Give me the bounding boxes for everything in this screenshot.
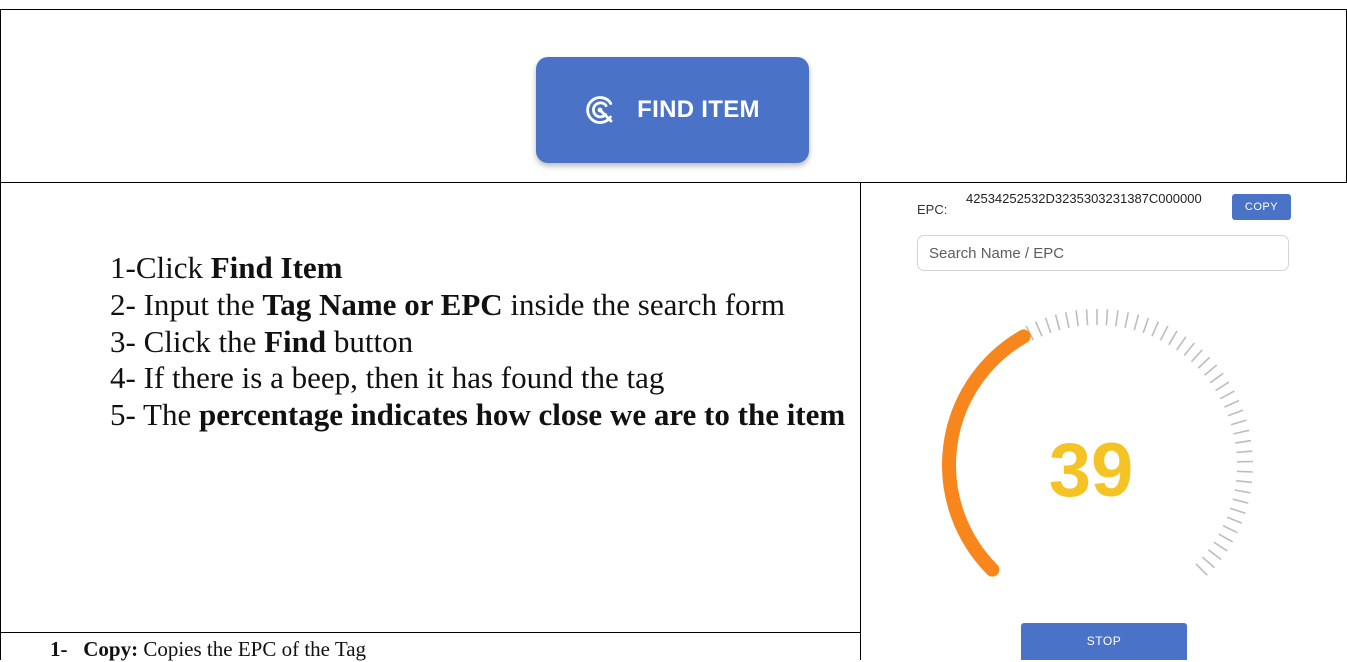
find-item-label: FIND ITEM (637, 96, 760, 124)
gauge-tick (1169, 331, 1177, 345)
gauge-tick (1216, 382, 1230, 391)
gauge-tick (1143, 318, 1148, 333)
step-5-text: 5- The (110, 397, 199, 432)
copy-note-text: Copies the EPC of the Tag (138, 637, 366, 661)
step-3-text: 3- Click the (110, 324, 264, 359)
gauge-tick (1236, 451, 1252, 452)
gauge-tick (1210, 373, 1223, 382)
gauge-tick (1208, 550, 1221, 560)
gauge-tick (1235, 441, 1251, 444)
gauge-tick (1220, 391, 1234, 399)
app-screenshot: EPC: 42534252532D3235303231387C000000 CO… (862, 183, 1347, 660)
gauge-tick (1214, 542, 1227, 551)
copy-note: 1- Copy: Copies the EPC of the Tag (50, 637, 366, 662)
step-5: 5- The percentage indicates how close we… (110, 397, 850, 434)
step-2-bold: Tag Name or EPC (262, 287, 502, 322)
step-5-bold: percentage indicates how close we are to… (199, 397, 845, 432)
gauge-tick (1196, 564, 1207, 575)
gauge-tick (1106, 309, 1107, 325)
gauge-tick (1076, 310, 1078, 326)
gauge-tick (1228, 410, 1243, 416)
step-1-bold: Find Item (211, 250, 343, 285)
step-1: 1-Click Find Item (110, 250, 850, 287)
gauge-tick (1152, 322, 1158, 337)
gauge-tick (1224, 400, 1239, 407)
gauge-tick (1219, 534, 1233, 542)
gauge-tick (1236, 481, 1252, 483)
step-2: 2- Input the Tag Name or EPC inside the … (110, 287, 850, 324)
gauge-tick (1134, 315, 1138, 330)
find-item-button[interactable]: FIND ITEM (536, 57, 809, 163)
table-column-divider (860, 182, 861, 660)
instruction-steps: 1-Click Find Item 2- Input the Tag Name … (110, 250, 850, 434)
gauge-tick (1198, 357, 1210, 368)
gauge-tick (1231, 420, 1246, 425)
gauge-tick (1233, 499, 1249, 503)
step-1-text: 1-Click (110, 250, 211, 285)
gauge-tick (1045, 318, 1050, 333)
gauge-tick (1230, 508, 1245, 513)
gauge-tick (1161, 326, 1168, 340)
gauge-tick (1233, 430, 1249, 434)
stop-button[interactable]: STOP (1021, 623, 1187, 660)
step-3: 3- Click the Find button (110, 324, 850, 361)
gauge-progress-arc (949, 336, 1024, 569)
step-3-bold: Find (264, 324, 326, 359)
copy-note-bold: Copy: (83, 637, 138, 661)
gauge-tick (1204, 365, 1216, 375)
gauge-tick (1235, 490, 1251, 493)
gauge-tick (1125, 312, 1128, 328)
gauge-tick (1227, 517, 1242, 523)
gauge-tick (1202, 557, 1214, 568)
radar-icon (585, 95, 615, 125)
step-4: 4- If there is a beep, then it has found… (110, 360, 850, 397)
gauge-tick (1116, 310, 1118, 326)
gauge-tick (1055, 315, 1059, 330)
gauge-tick (1087, 309, 1088, 325)
step-3-suffix: button (326, 324, 413, 359)
proximity-gauge: 39 (862, 183, 1347, 660)
table-border-left (0, 9, 1, 660)
gauge-tick (1066, 312, 1069, 328)
table-bottom-divider (0, 632, 861, 633)
gauge-value: 39 (1049, 428, 1134, 513)
table-border-top (0, 9, 1347, 10)
gauge-tick (1191, 350, 1202, 362)
step-2-text: 2- Input the (110, 287, 262, 322)
gauge-tick (1184, 343, 1194, 356)
gauge-tick (1036, 322, 1042, 337)
step-2-suffix: inside the search form (503, 287, 785, 322)
copy-note-number: 1- (50, 637, 68, 661)
gauge-tick (1237, 471, 1253, 472)
gauge-tick (1223, 526, 1237, 533)
gauge-tick (1177, 337, 1186, 350)
